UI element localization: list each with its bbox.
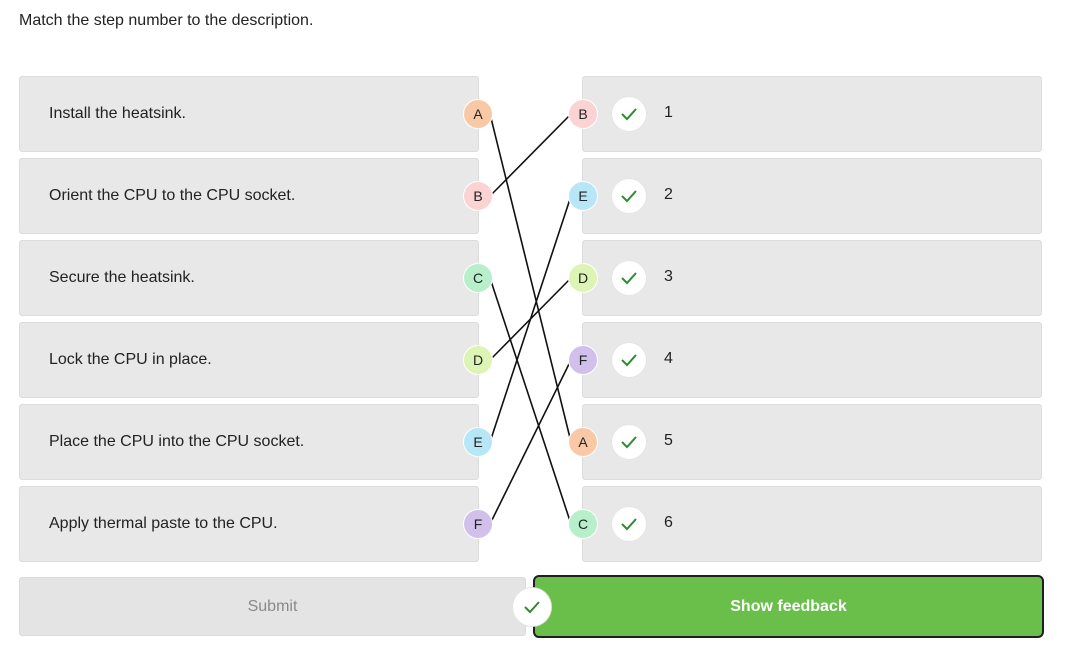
step-card[interactable] [582, 158, 1042, 234]
right-connector-badge[interactable]: C [568, 509, 598, 539]
check-icon [513, 588, 551, 626]
left-connector-badge[interactable]: F [463, 509, 493, 539]
description-card[interactable]: Orient the CPU to the CPU socket. [19, 158, 479, 234]
check-icon [612, 343, 646, 377]
check-icon [612, 425, 646, 459]
connection-line [489, 113, 572, 443]
description-card[interactable]: Apply thermal paste to the CPU. [19, 486, 479, 562]
description-text: Secure the heatsink. [49, 269, 195, 286]
right-connector-badge[interactable]: F [568, 345, 598, 375]
step-number: 5 [664, 432, 673, 449]
left-connector-badge[interactable]: B [463, 181, 493, 211]
step-card[interactable] [582, 240, 1042, 316]
step-number: 4 [664, 350, 673, 367]
left-connector-badge[interactable]: E [463, 427, 493, 457]
step-card[interactable] [582, 486, 1042, 562]
left-connector-badge[interactable]: C [463, 263, 493, 293]
description-text: Apply thermal paste to the CPU. [49, 515, 278, 532]
instruction-text: Match the step number to the description… [19, 12, 314, 29]
connection-line [489, 113, 572, 197]
step-number: 1 [664, 104, 673, 121]
check-icon [612, 179, 646, 213]
description-card[interactable]: Lock the CPU in place. [19, 322, 479, 398]
description-card[interactable]: Secure the heatsink. [19, 240, 479, 316]
description-text: Lock the CPU in place. [49, 351, 212, 368]
step-card[interactable] [582, 322, 1042, 398]
connection-line [489, 195, 572, 443]
description-text: Orient the CPU to the CPU socket. [49, 187, 296, 204]
step-number: 3 [664, 268, 673, 285]
step-number: 2 [664, 186, 673, 203]
right-connector-badge[interactable]: B [568, 99, 598, 129]
step-number: 6 [664, 514, 673, 531]
description-text: Place the CPU into the CPU socket. [49, 433, 305, 450]
submit-button[interactable]: Submit [19, 577, 526, 636]
check-icon [612, 97, 646, 131]
left-connector-badge[interactable]: A [463, 99, 493, 129]
description-card[interactable]: Install the heatsink. [19, 76, 479, 152]
show-feedback-button[interactable]: Show feedback [533, 575, 1044, 638]
check-icon [612, 261, 646, 295]
description-text: Install the heatsink. [49, 105, 186, 122]
description-card[interactable]: Place the CPU into the CPU socket. [19, 404, 479, 480]
right-connector-badge[interactable]: D [568, 263, 598, 293]
connection-line [489, 277, 572, 525]
step-card[interactable] [582, 76, 1042, 152]
left-connector-badge[interactable]: D [463, 345, 493, 375]
check-icon [612, 507, 646, 541]
step-card[interactable] [582, 404, 1042, 480]
connection-line [489, 359, 572, 525]
connection-line [489, 277, 572, 361]
right-connector-badge[interactable]: A [568, 427, 598, 457]
right-connector-badge[interactable]: E [568, 181, 598, 211]
